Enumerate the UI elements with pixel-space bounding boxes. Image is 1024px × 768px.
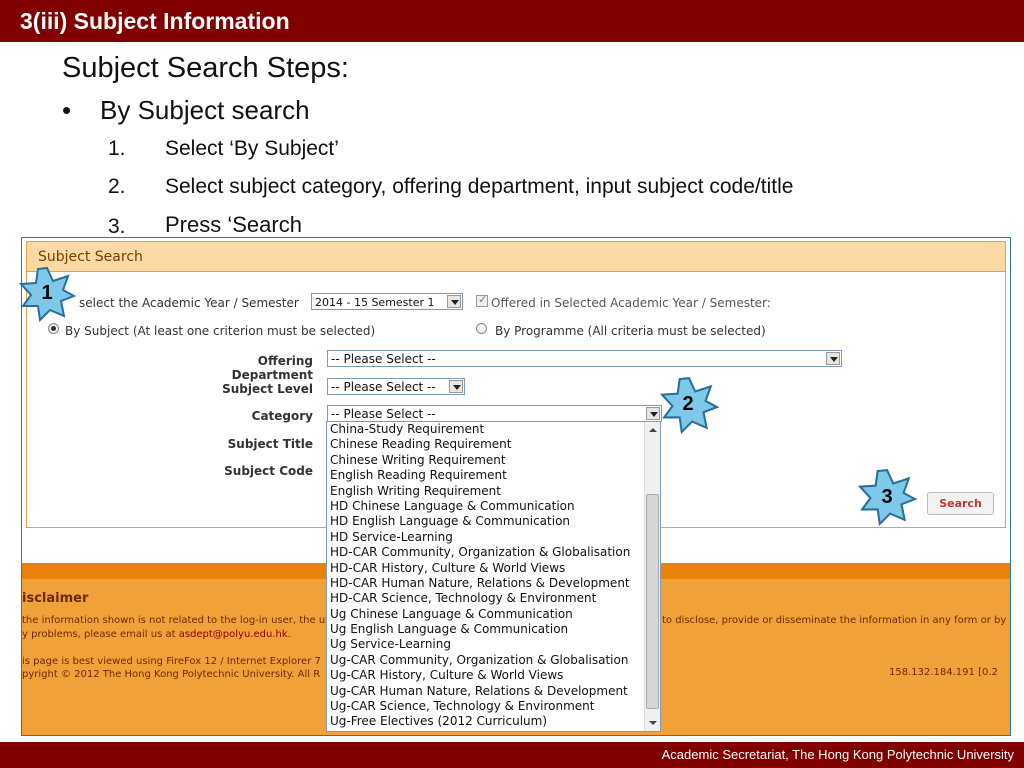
category-option[interactable]: HD English Language & Communication — [327, 514, 660, 529]
disclaimer-title: isclaimer — [22, 591, 89, 606]
browser-note: is page is best viewed using FireFox 12 … — [22, 656, 321, 667]
step-text: Select subject category, offering depart… — [165, 175, 794, 198]
by-programme-label: By Programme (All criteria must be selec… — [495, 324, 766, 338]
category-option[interactable]: Ug English Language & Communication — [327, 622, 660, 637]
callout-number-3: 3 — [881, 486, 893, 508]
offering-department-select[interactable]: -- Please Select -- — [327, 350, 842, 367]
category-option[interactable]: Ug-CAR Science, Technology & Environment — [327, 699, 660, 714]
slide-title: 3(iii) Subject Information — [0, 0, 1024, 42]
category-option[interactable]: Ug-CAR History, Culture & World Views — [327, 668, 660, 683]
category-option[interactable]: HD-CAR Community, Organization & Globali… — [327, 545, 660, 560]
bullet-dot-icon: • — [62, 95, 72, 125]
chevron-down-icon — [449, 380, 463, 393]
category-option[interactable]: Ug-CAR Community, Organization & Globali… — [327, 653, 660, 668]
chevron-down-icon — [826, 352, 840, 365]
by-subject-radio[interactable] — [48, 323, 59, 334]
category-dropdown-list[interactable]: China-Study Requirement Chinese Reading R… — [326, 421, 661, 732]
disclaimer-line-2-prefix: y problems, please email us at — [22, 629, 179, 640]
category-option[interactable]: English Reading Requirement — [327, 468, 660, 483]
disclaimer-line-2: y problems, please email us at asdept@po… — [22, 629, 291, 640]
category-option[interactable]: HD-CAR Science, Technology & Environment — [327, 591, 660, 606]
category-option[interactable]: HD Chinese Language & Communication — [327, 499, 660, 514]
offering-department-value: -- Please Select -- — [331, 352, 436, 366]
disclaimer-line-1-right: to disclose, provide or disseminate the … — [662, 615, 1011, 626]
subject-level-value: -- Please Select -- — [331, 380, 436, 394]
category-option[interactable]: HD-CAR History, Culture & World Views — [327, 561, 660, 576]
slide: 3(iii) Subject Information Subject Searc… — [0, 0, 1024, 768]
subject-title-label: Subject Title — [227, 437, 313, 451]
category-option[interactable]: HD-CAR Human Nature, Relations & Develop… — [327, 576, 660, 591]
copyright: pyright © 2012 The Hong Kong Polytechnic… — [22, 669, 321, 680]
step-number: 1. — [108, 137, 126, 160]
panel-title: Subject Search — [27, 242, 1005, 272]
category-option[interactable]: Ug Chinese Language & Communication — [327, 607, 660, 622]
category-option[interactable]: HD Service-Learning — [327, 530, 660, 545]
step-text: Select ‘By Subject’ — [165, 137, 339, 160]
category-label: Category — [251, 409, 313, 423]
category-option[interactable]: Ug Service-Learning — [327, 637, 660, 652]
category-option[interactable]: Ug-Free Electives (2012 Curriculum) — [327, 714, 660, 729]
academic-year-value: 2014 - 15 Semester 1 — [315, 296, 435, 309]
by-programme-radio[interactable] — [476, 323, 487, 334]
category-options: China-Study Requirement Chinese Reading R… — [327, 422, 660, 730]
chevron-down-icon — [447, 295, 461, 308]
scroll-thumb[interactable] — [646, 494, 659, 709]
callout-number-1: 1 — [41, 282, 53, 304]
subject-code-label: Subject Code — [224, 464, 313, 478]
category-option[interactable]: English Writing Requirement — [327, 484, 660, 499]
callout-number-2: 2 — [682, 393, 694, 415]
bullet-item: • By Subject search — [62, 95, 310, 126]
offered-checkbox[interactable] — [476, 293, 488, 307]
academic-year-select[interactable]: 2014 - 15 Semester 1 — [311, 293, 463, 310]
dropdown-scrollbar[interactable] — [644, 422, 660, 731]
step-number: 2. — [108, 175, 126, 198]
disclaimer-line-1: the information shown is not related to … — [22, 615, 331, 626]
subject-level-select[interactable]: -- Please Select -- — [327, 378, 465, 395]
ip-address: 158.132.184.191 [0.2 — [889, 667, 998, 678]
category-option[interactable]: Chinese Writing Requirement — [327, 453, 660, 468]
academic-year-label: select the Academic Year / Semester — [79, 296, 299, 310]
category-option[interactable]: Ug-CAR Human Nature, Relations & Develop… — [327, 684, 660, 699]
disclaimer-line-2-suffix: . — [287, 629, 291, 640]
scroll-down-icon[interactable] — [645, 716, 660, 730]
category-value: -- Please Select -- — [331, 407, 436, 421]
step-number: 3. — [108, 215, 126, 238]
footer-text: Academic Secretariat, The Hong Kong Poly… — [661, 747, 1014, 762]
search-button[interactable]: Search — [927, 492, 994, 515]
footer-bar: Academic Secretariat, The Hong Kong Poly… — [0, 742, 1024, 768]
bullet-text: By Subject search — [100, 95, 310, 125]
steps-heading: Subject Search Steps: — [62, 52, 349, 84]
category-option[interactable]: China-Study Requirement — [327, 422, 660, 437]
offering-department-label: Offering Department — [231, 354, 313, 382]
category-option[interactable]: Chinese Reading Requirement — [327, 437, 660, 452]
step-text: Press ‘Search — [165, 212, 302, 237]
category-select[interactable]: -- Please Select -- — [327, 405, 662, 422]
email-link[interactable]: asdept@polyu.edu.hk — [179, 629, 288, 640]
subject-level-label: Subject Level — [222, 382, 313, 396]
by-subject-label: By Subject (At least one criterion must … — [65, 324, 376, 338]
offered-label: Offered in Selected Academic Year / Seme… — [491, 296, 771, 310]
